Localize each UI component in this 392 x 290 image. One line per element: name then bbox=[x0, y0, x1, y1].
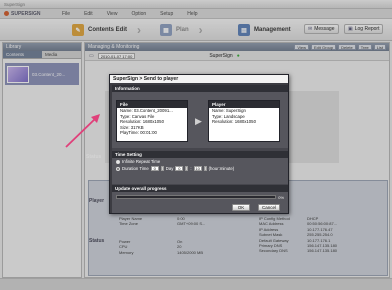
file-playtime: PlayTime: 00:01:00 bbox=[120, 130, 157, 136]
infinite-repeat-label: Infinite Repeat Time bbox=[122, 159, 161, 164]
infinite-repeat-radio[interactable] bbox=[116, 159, 120, 164]
file-info-header: File bbox=[117, 101, 187, 108]
duration-time-radio[interactable] bbox=[116, 166, 120, 171]
duration-time-label: Duration Time bbox=[122, 166, 149, 171]
hour-input[interactable]: 0 bbox=[175, 166, 184, 171]
dialog-title: SuperSign > Send to player bbox=[110, 75, 288, 83]
duration-time-option[interactable]: Duration Time 0 Day 0 : 10 (hour:minute) bbox=[112, 165, 288, 172]
hour-spinner[interactable] bbox=[185, 166, 189, 171]
time-setting-section: Time Setting Infinite Repeat Time Durati… bbox=[112, 151, 288, 184]
minute-spinner[interactable] bbox=[203, 166, 207, 171]
ok-button[interactable]: OK bbox=[232, 204, 250, 211]
information-header: Information bbox=[112, 85, 288, 92]
player-info-header: Player bbox=[209, 101, 279, 108]
arrow-right-icon: ▶ bbox=[195, 116, 202, 126]
dialog-body: Information File Name: 03.Content_20091.… bbox=[112, 85, 288, 213]
time-colon: : bbox=[190, 166, 192, 171]
time-unit-label: (hour:minute) bbox=[208, 166, 235, 171]
player-info-box: Player Name: SuperSign Type: Landscape R… bbox=[208, 100, 280, 142]
information-section: File Name: 03.Content_20091... Type: Can… bbox=[112, 92, 288, 148]
player-resolution: Resolution: 1680x1050 bbox=[212, 119, 256, 125]
day-label: Day bbox=[165, 166, 174, 171]
update-progress-header: Update overall progress bbox=[112, 185, 288, 192]
day-input[interactable]: 0 bbox=[150, 166, 159, 171]
infinite-repeat-option[interactable]: Infinite Repeat Time bbox=[112, 158, 288, 165]
send-to-player-dialog: SuperSign > Send to player Information F… bbox=[109, 74, 289, 214]
file-info-box: File Name: 03.Content_20091... Type: Can… bbox=[116, 100, 188, 142]
time-setting-header: Time Setting bbox=[112, 151, 288, 158]
update-progress-bar bbox=[116, 195, 276, 199]
cancel-button[interactable]: Cancel bbox=[258, 204, 280, 211]
day-spinner[interactable] bbox=[160, 166, 164, 171]
minute-input[interactable]: 10 bbox=[193, 166, 202, 171]
progress-percent: 0% bbox=[278, 195, 284, 200]
